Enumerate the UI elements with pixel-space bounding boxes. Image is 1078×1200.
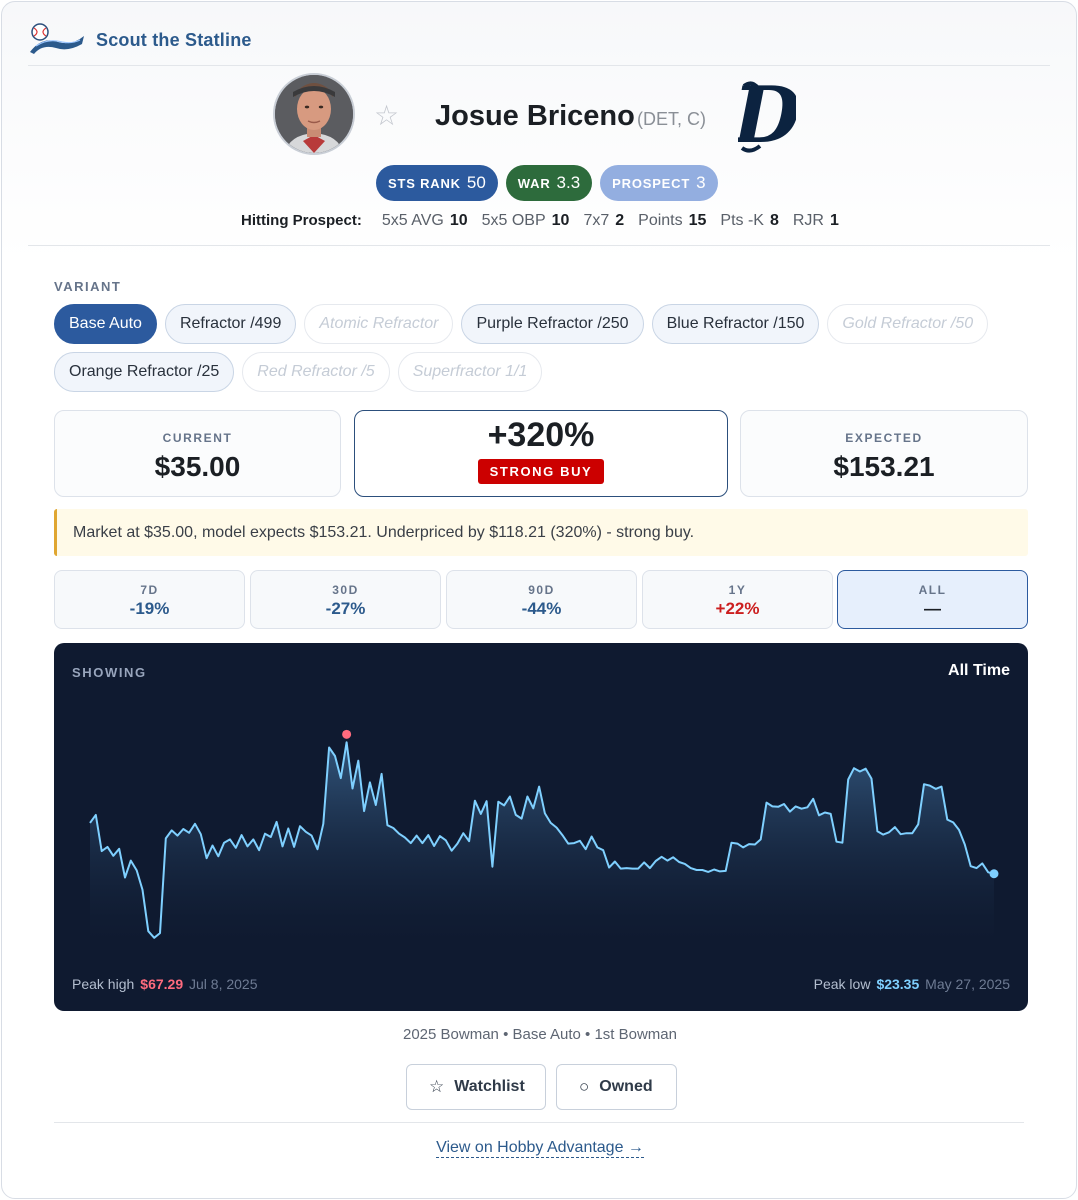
current-price-card: CURRENT $35.00 [54,410,341,497]
expected-price-value: $153.21 [833,451,935,482]
timeframe-tab-30d[interactable]: 30D -27% [250,570,441,629]
stat-5x5-obp: 5x5 OBP 10 [481,212,570,229]
current-price-label: CURRENT [162,431,233,445]
variant-label: VARIANT [54,279,122,294]
hitting-prospect-label: Hitting Prospect: [241,212,362,229]
app-frame: Scout the Statline ☆ Josue Briceno (DET,… [1,1,1077,1199]
brand-name: Scout the Statline [96,29,252,50]
player-name: Josue Briceno [435,100,635,132]
favorite-star-icon[interactable]: ☆ [374,98,399,134]
player-team-position: (DET, C) [637,109,706,129]
latest-price-marker [989,869,999,879]
expected-price-card: EXPECTED $153.21 [740,410,1028,497]
variant-selector: Base Auto Refractor /499 Atomic Refracto… [54,304,1014,392]
stat-7x7: 7x7 2 [583,212,625,229]
stat-5x5-avg: 5x5 AVG 10 [381,212,468,229]
peak-high-marker [342,729,352,739]
sts-rank-badge: STS RANK 50 [376,165,498,201]
prospect-badge: PROSPECT 3 [600,165,718,201]
watchlist-button[interactable]: ☆ Watchlist [406,1064,546,1110]
timeframe-tab-1y[interactable]: 1Y +22% [642,570,833,629]
player-badges: STS RANK 50 WAR 3.3 PROSPECT 3 [376,165,718,201]
brand-logo-icon [30,23,84,54]
hobby-advantage-link[interactable]: View on Hobby Advantage → [436,1139,644,1158]
brand-header[interactable]: Scout the Statline [28,22,252,58]
valuation-note: Market at $35.00, model expects $153.21.… [54,509,1028,556]
signal-percent: +320% [487,416,595,454]
variant-chip-refractor-499[interactable]: Refractor /499 [164,304,297,344]
price-chart-svg [89,729,999,943]
expected-price-label: EXPECTED [845,431,923,445]
variant-chip-purple-refractor[interactable]: Purple Refractor /250 [461,304,644,344]
player-avatar [273,73,355,155]
owned-button[interactable]: ○ Owned [556,1064,677,1110]
variant-chip-blue-refractor[interactable]: Blue Refractor /150 [651,304,820,344]
strong-buy-badge: STRONG BUY [477,459,605,484]
variant-chip-base-auto[interactable]: Base Auto [54,304,157,344]
svg-text:D: D [738,76,796,156]
stat-pts-k: Pts -K 8 [720,212,779,229]
hitting-prospect-stats: Hitting Prospect: 5x5 AVG 10 5x5 OBP 10 7x… [241,212,853,230]
timeframe-tab-all[interactable]: ALL — [837,570,1028,629]
circle-icon: ○ [579,1077,590,1096]
current-price-value: $35.00 [154,451,241,482]
stat-rjr: RJR 1 [792,212,839,229]
star-icon: ☆ [429,1077,445,1096]
signal-card: +320% STRONG BUY [354,410,728,497]
price-history-chart: SHOWING All Time Peak high $67.29 Jul 8, … [54,643,1028,1011]
peak-low-readout: Peak low $23.35 May 27, 2025 [813,976,1010,992]
timeframe-tab-90d[interactable]: 90D -44% [446,570,637,629]
timeframe-tab-7d[interactable]: 7D -19% [54,570,245,629]
variant-chip-orange-refractor[interactable]: Orange Refractor /25 [54,352,235,392]
variant-chip-red-refractor: Red Refractor /5 [242,352,390,392]
header-divider [28,65,1050,66]
action-buttons: ☆ Watchlist ○ Owned [406,1064,677,1110]
section-divider [28,245,1050,246]
variant-chip-superfractor: Superfractor 1/1 [397,352,543,392]
team-logo-icon: D [738,76,796,156]
footer-divider [54,1122,1024,1123]
peak-high-readout: Peak high $67.29 Jul 8, 2025 [72,976,258,992]
war-badge: WAR 3.3 [505,165,593,201]
player-photo [275,75,353,153]
variant-chip-atomic-refractor: Atomic Refractor [304,304,454,344]
card-caption: 2025 Bowman • Base Auto • 1st Bowman [403,1026,677,1043]
stat-points: Points 15 [638,212,707,229]
variant-chip-gold-refractor: Gold Refractor /50 [827,304,989,344]
